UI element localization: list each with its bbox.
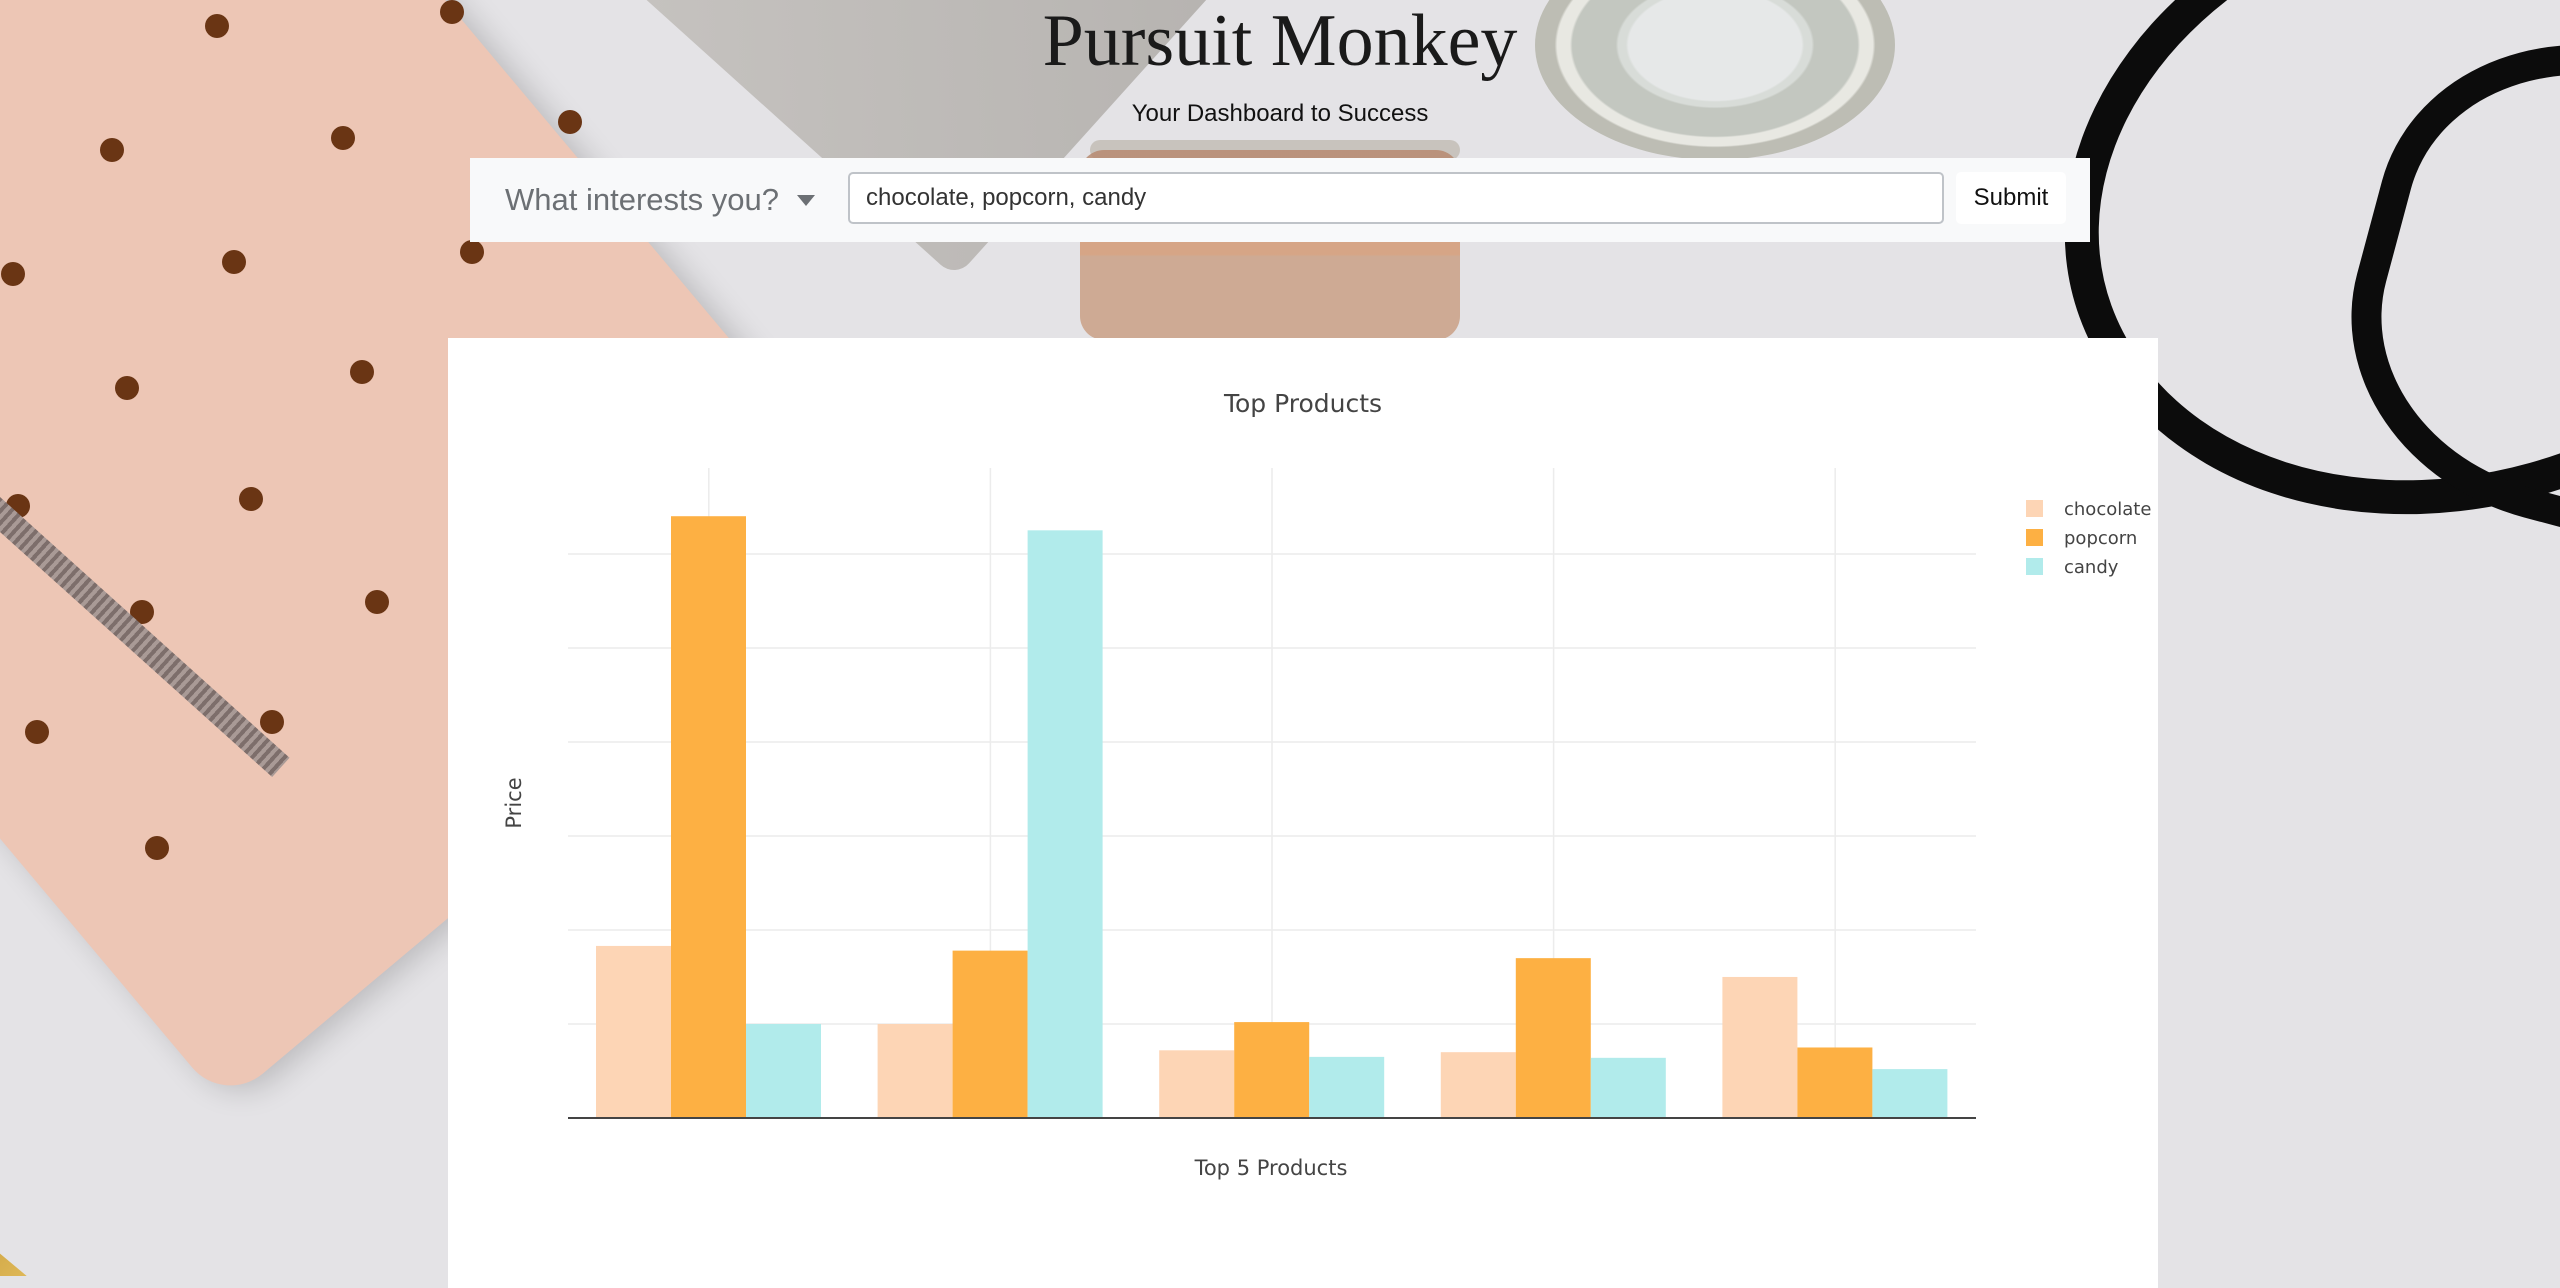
bar-popcorn[interactable] bbox=[1515, 958, 1591, 1118]
notebook-dot bbox=[25, 720, 49, 744]
notebook-dot bbox=[350, 360, 374, 384]
y-axis-label: Price bbox=[502, 777, 526, 828]
interests-dropdown[interactable]: What interests you? bbox=[505, 178, 815, 222]
dropdown-label: What interests you? bbox=[505, 182, 779, 217]
legend-label-chocolate[interactable]: chocolate bbox=[2064, 499, 2151, 520]
bar-popcorn[interactable] bbox=[952, 950, 1028, 1118]
notebook-dot bbox=[239, 487, 263, 511]
chart-title: Top Products bbox=[1223, 389, 1382, 418]
notebook-dot bbox=[460, 240, 484, 264]
legend-swatch-candy[interactable] bbox=[2026, 558, 2043, 575]
bar-candy[interactable] bbox=[1872, 1069, 1948, 1118]
chart-legend: chocolate popcorn candy bbox=[2026, 499, 2151, 578]
bar-candy[interactable] bbox=[746, 1023, 821, 1118]
bar-candy[interactable] bbox=[1590, 1057, 1666, 1118]
bar-chocolate[interactable] bbox=[596, 945, 671, 1118]
pen-image bbox=[0, 1220, 83, 1276]
bar-chocolate[interactable] bbox=[1159, 1050, 1235, 1118]
notebook-dot bbox=[115, 376, 139, 400]
submit-button[interactable]: Submit bbox=[1956, 172, 2066, 224]
legend-label-candy[interactable]: candy bbox=[2064, 557, 2119, 578]
notebook-dot bbox=[331, 126, 355, 150]
x-axis-label: Top 5 Products bbox=[1194, 1156, 1348, 1180]
notebook-dot bbox=[100, 138, 124, 162]
bar-chart: Top Products Top 5 Products Price chocol… bbox=[502, 389, 2151, 1180]
legend-label-popcorn[interactable]: popcorn bbox=[2064, 528, 2137, 549]
bar-popcorn[interactable] bbox=[1234, 1022, 1310, 1118]
bar-candy[interactable] bbox=[1027, 530, 1103, 1118]
bar-popcorn[interactable] bbox=[1797, 1047, 1873, 1118]
bar-chocolate[interactable] bbox=[877, 1023, 953, 1118]
search-input[interactable]: chocolate, popcorn, candy bbox=[848, 172, 1944, 224]
bar-candy[interactable] bbox=[1309, 1056, 1385, 1118]
notebook-dot bbox=[1, 262, 25, 286]
bar-chocolate[interactable] bbox=[1440, 1052, 1516, 1118]
tagline: Your Dashboard to Success bbox=[1131, 100, 1429, 127]
chart-panel: Top Products Top 5 Products Price chocol… bbox=[448, 338, 2158, 1288]
bar-chocolate[interactable] bbox=[1722, 976, 1798, 1118]
notebook-dot bbox=[145, 836, 169, 860]
notebook-dot bbox=[222, 250, 246, 274]
legend-swatch-popcorn[interactable] bbox=[2026, 529, 2043, 546]
brand-title: Pursuit Monkey bbox=[1042, 0, 1518, 82]
search-bar: What interests you? chocolate, popcorn, … bbox=[470, 158, 2090, 242]
bar-popcorn[interactable] bbox=[671, 516, 746, 1118]
caret-down-icon bbox=[796, 194, 815, 206]
legend-swatch-chocolate[interactable] bbox=[2026, 500, 2043, 517]
notebook-dot bbox=[260, 710, 284, 734]
notebook-dot bbox=[365, 590, 389, 614]
